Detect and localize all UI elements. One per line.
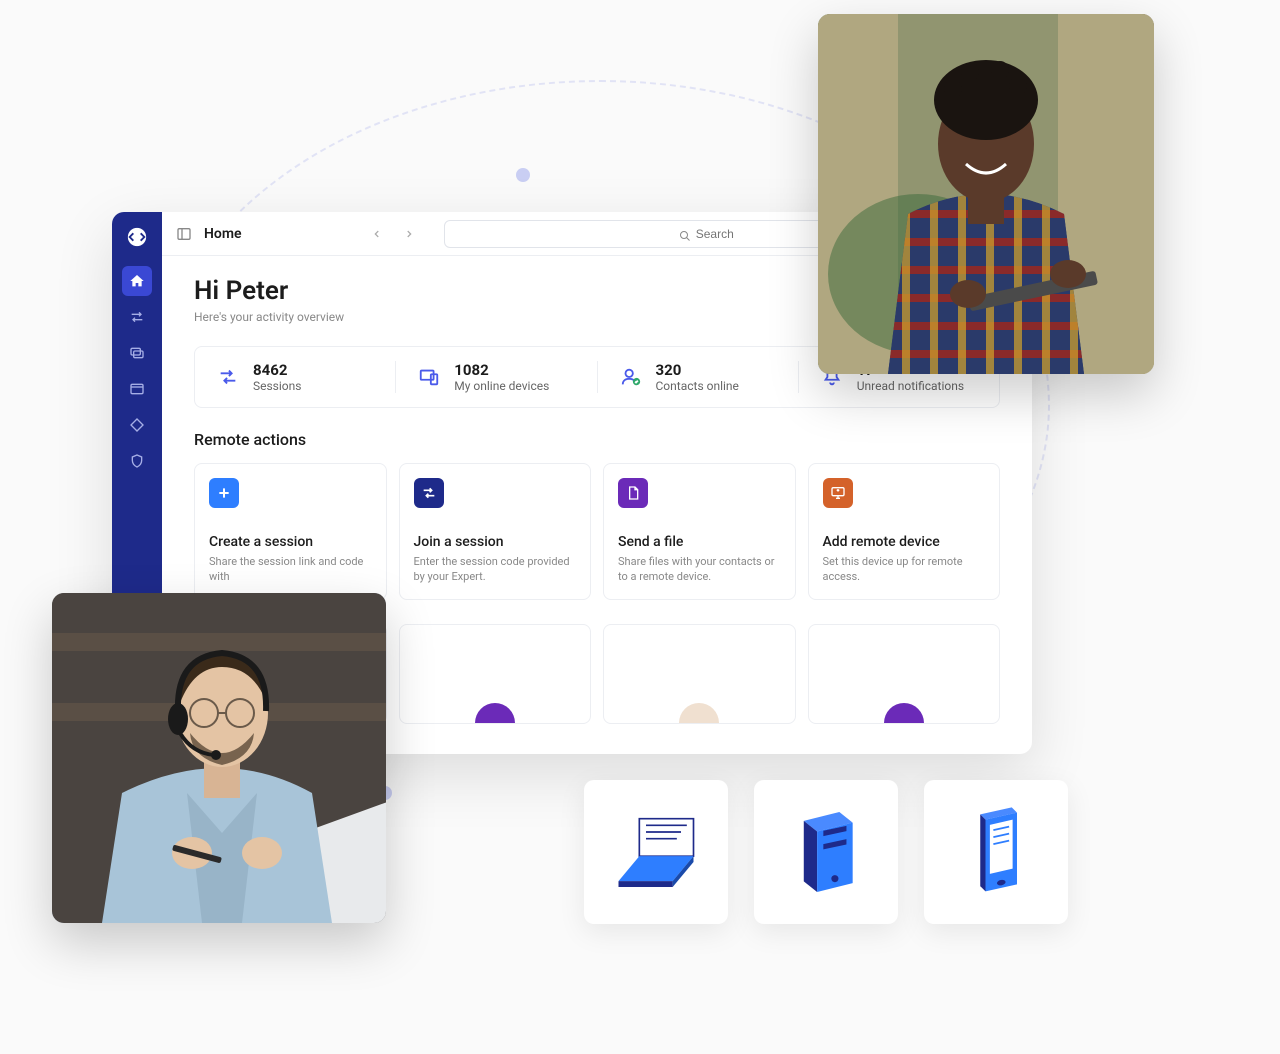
action-desc: Share files with your contacts or to a r… [618,554,781,585]
stat-number: 320 [656,361,739,379]
action-title: Send a file [618,534,781,550]
file-icon [618,478,648,508]
nav-forward-button[interactable] [396,221,422,247]
contact-card[interactable] [603,624,796,724]
sessions-icon [215,364,241,390]
devices-icon [416,364,442,390]
action-title: Create a session [209,534,372,550]
monitor-icon [823,478,853,508]
sidebar-item-home[interactable] [122,266,152,296]
device-card-server[interactable] [754,780,898,924]
avatar [884,703,924,724]
stat-label: Contacts online [656,379,739,393]
plus-icon [209,478,239,508]
nav-back-button[interactable] [364,221,390,247]
sidebar-item-chat[interactable] [122,338,152,368]
action-desc: Share the session link and code with [209,554,372,585]
avatar [475,703,515,724]
stat-contacts[interactable]: 320 Contacts online [598,361,799,393]
action-desc: Enter the session code provided by your … [414,554,577,585]
decorative-dot [516,168,530,182]
contact-card[interactable] [399,624,592,724]
stat-devices[interactable]: 1082 My online devices [396,361,597,393]
action-send-file[interactable]: Send a file Share files with your contac… [603,463,796,600]
contact-card[interactable] [808,624,1001,724]
stat-label: Unread notifications [857,379,964,393]
avatar [679,703,719,724]
action-create-session[interactable]: Create a session Share the session link … [194,463,387,600]
search-icon [679,227,691,246]
sidebar-item-tag[interactable] [122,410,152,440]
section-title-remote-actions: Remote actions [194,430,1000,449]
sidebar-item-window[interactable] [122,374,152,404]
breadcrumb: Home [204,226,242,242]
panel-toggle-icon[interactable] [176,226,192,242]
device-card-laptop[interactable] [584,780,728,924]
photo-support-agent [52,593,386,923]
action-add-device[interactable]: Add remote device Set this device up for… [808,463,1001,600]
contacts-icon [618,364,644,390]
action-desc: Set this device up for remote access. [823,554,986,585]
photo-user-tablet [818,14,1154,374]
device-card-phone[interactable] [924,780,1068,924]
action-title: Join a session [414,534,577,550]
sidebar-item-swap[interactable] [122,302,152,332]
stat-label: Sessions [253,379,301,393]
stat-label: My online devices [454,379,549,393]
action-title: Add remote device [823,534,986,550]
actions-grid: Create a session Share the session link … [194,463,1000,600]
stat-sessions[interactable]: 8462 Sessions [195,361,396,393]
nav-arrows [364,221,422,247]
stat-number: 1082 [454,361,549,379]
action-join-session[interactable]: Join a session Enter the session code pr… [399,463,592,600]
swap-icon [414,478,444,508]
sidebar-item-shield[interactable] [122,446,152,476]
device-cards [584,780,1068,924]
app-logo [122,222,152,252]
stat-number: 8462 [253,361,301,379]
